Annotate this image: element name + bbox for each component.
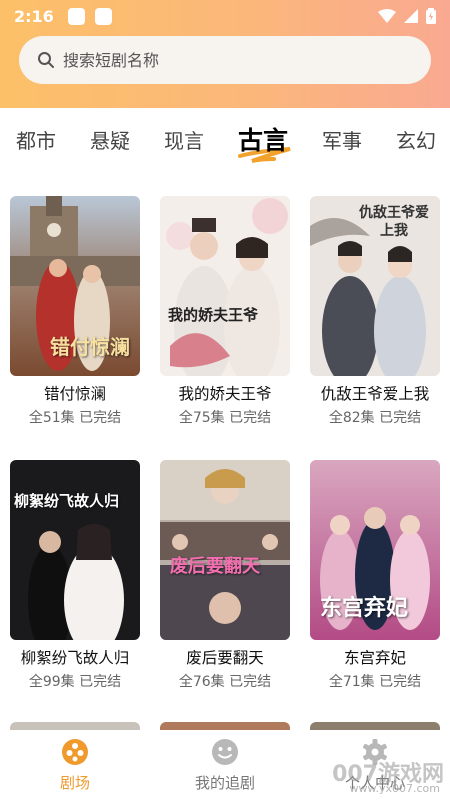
poster-title: 我的娇夫王爷 — [168, 306, 259, 324]
drama-meta: 全71集 已完结 — [328, 674, 422, 690]
tab-label: 军事 — [321, 128, 362, 153]
tab-xuanhuan[interactable]: 玄幻 — [396, 125, 436, 154]
tab-label: 玄幻 — [395, 128, 436, 153]
drama-meta: 全51集 已完结 — [28, 410, 122, 426]
poster-title: 废后要翻天 — [170, 556, 260, 577]
tab-label: 悬疑 — [89, 128, 130, 153]
nav-theater[interactable]: 剧场 — [0, 738, 150, 793]
poster-title: 仇敌王爷爱上我 — [359, 205, 429, 239]
signal-icon — [404, 9, 418, 23]
tab-label: 现言 — [163, 128, 204, 153]
gear-icon — [363, 739, 387, 765]
app-header: 2:16 — [0, 0, 450, 108]
drama-meta: 全75集 已完结 — [178, 410, 272, 426]
tab-xianyan[interactable]: 现言 — [164, 125, 204, 154]
status-time: 2:16 — [14, 6, 54, 26]
drama-title: 柳絮纷飞故人归 — [20, 649, 130, 667]
smile-icon — [212, 739, 238, 765]
drama-title: 错付惊澜 — [43, 385, 106, 403]
notification-icon — [67, 7, 85, 25]
drama-poster: 废后要翻天 — [160, 460, 290, 640]
drama-meta: 全82集 已完结 — [328, 410, 422, 426]
wifi-icon — [378, 9, 396, 23]
drama-card[interactable]: 柳絮纷飞故人归 柳絮纷飞故人归 全99集 已完结 — [10, 460, 140, 691]
drama-poster: 仇敌王爷爱上我 — [310, 196, 440, 376]
poster-title: 东宫弃妃 — [320, 595, 409, 621]
tab-guyan[interactable]: 古言 — [237, 121, 291, 163]
drama-poster: 东宫弃妃 — [310, 460, 440, 640]
nav-my-follows[interactable]: 我的追剧 — [150, 738, 300, 793]
poster-title: 错付惊澜 — [50, 335, 130, 359]
tab-xuanyi[interactable]: 悬疑 — [90, 125, 130, 154]
watermark-url: www.yx007.com — [349, 782, 440, 795]
drama-title: 仇敌王爷爱上我 — [320, 385, 430, 403]
drama-meta: 全76集 已完结 — [178, 674, 272, 690]
drama-meta: 全99集 已完结 — [28, 674, 122, 690]
drama-title: 废后要翻天 — [186, 649, 264, 667]
drama-title: 我的娇夫王爷 — [178, 385, 272, 403]
drama-poster: 错付惊澜 — [10, 196, 140, 376]
battery-icon — [426, 8, 436, 24]
drama-card[interactable]: 我的娇夫王爷 我的娇夫王爷 全75集 已完结 — [160, 196, 290, 427]
tab-label: 都市 — [16, 128, 56, 153]
nav-label: 剧场 — [59, 774, 90, 792]
search-icon — [38, 52, 54, 68]
poster-title: 柳絮纷飞故人归 — [14, 492, 120, 510]
drama-poster: 我的娇夫王爷 — [160, 196, 290, 376]
theater-icon — [62, 739, 88, 765]
drama-poster: 柳絮纷飞故人归 — [10, 460, 140, 640]
tab-dushi[interactable]: 都市 — [16, 125, 56, 154]
tab-label: 古言 — [237, 126, 288, 155]
tab-junshi[interactable]: 军事 — [322, 125, 362, 154]
drama-card[interactable]: 错付惊澜 错付惊澜 全51集 已完结 — [10, 196, 140, 427]
notification-icon — [94, 7, 112, 25]
drama-card[interactable]: 废后要翻天 废后要翻天 全76集 已完结 — [160, 460, 290, 691]
drama-card[interactable]: 仇敌王爷爱上我 仇敌王爷爱上我 全82集 已完结 — [310, 196, 440, 427]
nav-label: 我的追剧 — [194, 774, 255, 792]
search-bar[interactable] — [19, 36, 431, 84]
search-input[interactable] — [63, 45, 393, 75]
drama-card[interactable]: 东宫弃妃 东宫弃妃 全71集 已完结 — [310, 460, 440, 691]
category-tabs: 都市 悬疑 现言 古言 军事 玄幻 — [0, 108, 450, 170]
drama-title: 东宫弃妃 — [343, 649, 406, 667]
status-bar: 2:16 — [0, 0, 450, 32]
